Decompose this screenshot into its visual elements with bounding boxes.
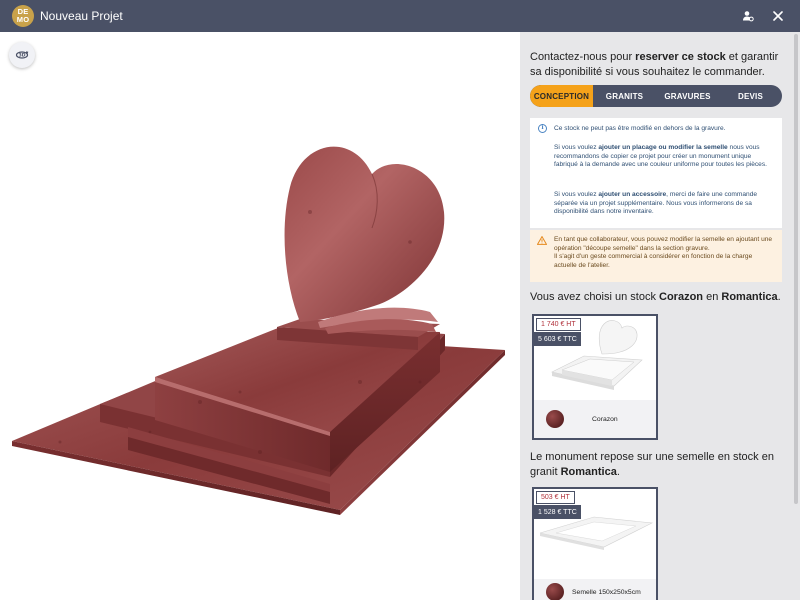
card-footer: Semelle 150x250x5cm	[534, 579, 656, 600]
price-ht: 503 € HT	[536, 491, 575, 504]
info-p3-a: Si vous voulez	[554, 191, 599, 198]
warning-line-1: En tant que collaborateur, vous pouvez m…	[554, 236, 773, 252]
reserve-stock-text: reserver ce stock	[635, 51, 726, 63]
close-button[interactable]	[768, 6, 788, 26]
card-name: Semelle 150x250x5cm	[572, 588, 641, 596]
granite-monument-illustration	[12, 146, 505, 515]
choice-granite-name: Romantica	[721, 291, 778, 303]
demo-logo: DE MO	[12, 5, 34, 27]
info-p3-b: ajouter un accessoire	[598, 191, 667, 198]
warning-line-2: Il s'agit d'un geste commercial à consid…	[554, 253, 753, 269]
tab-conception[interactable]: CONCEPTION	[530, 85, 593, 107]
price-ht: 1 740 € HT	[536, 318, 581, 331]
tab-bar: CONCEPTION GRANITS GRAVURES DEVIS	[530, 85, 782, 107]
user-settings-button[interactable]	[738, 6, 758, 26]
stock-card-corazon[interactable]: 1 740 € HT 5 603 € TTC Corazon	[532, 314, 658, 440]
logo-line2: MO	[16, 15, 30, 24]
info-p2-b: ajouter un placage ou modifier la semell…	[598, 144, 728, 151]
info-placage-paragraph: Si vous voulez ajouter un placage ou mod…	[554, 144, 776, 170]
price-ttc: 5 603 € TTC	[534, 332, 581, 346]
warning-notice: En tant que collaborateur, vous pouvez m…	[530, 230, 782, 282]
scrollbar-thumb[interactable]	[794, 34, 798, 504]
stock-choice-text: Vous avez choisi un stock Corazon en Rom…	[530, 291, 788, 303]
romantica-granite-swatch	[546, 410, 564, 428]
info-accessoire-paragraph: Si vous voulez ajouter un accessoire, me…	[554, 191, 776, 217]
panel-scrollbar[interactable]	[792, 32, 800, 600]
warning-text: En tant que collaborateur, vous pouvez m…	[554, 236, 776, 270]
rotate-3d-icon: 3D	[15, 51, 29, 59]
user-gear-icon	[743, 11, 754, 22]
warning-icon	[537, 236, 547, 245]
tab-devis[interactable]: DEVIS	[719, 85, 782, 107]
tab-gravures[interactable]: GRAVURES	[656, 85, 719, 107]
monument-3d-viewport[interactable]: 3D	[0, 32, 520, 600]
card-footer: Corazon	[534, 400, 656, 438]
close-icon	[773, 11, 783, 21]
stock-card-semelle[interactable]: 503 € HT 1 528 € TTC Semelle 150x250x5cm	[532, 487, 658, 600]
contact-text-1: Contactez-nous pour	[530, 51, 636, 63]
price-ttc: 1 528 € TTC	[534, 505, 581, 519]
choice-t2: en	[703, 291, 722, 303]
romantica-granite-swatch	[546, 583, 564, 600]
info-line-1: Ce stock ne peut pas être modifié en deh…	[554, 125, 726, 132]
semelle-t2: .	[616, 466, 620, 478]
choice-t3: .	[777, 291, 781, 303]
semelle-info-text: Le monument repose sur une semelle en st…	[530, 450, 788, 480]
card-name: Corazon	[592, 415, 618, 423]
config-panel: Contactez-nous pour reserver ce stock et…	[520, 32, 800, 600]
app-header: DE MO Nouveau Projet	[0, 0, 800, 32]
contact-message: Contactez-nous pour reserver ce stock et…	[530, 50, 788, 80]
info-p2-a: Si vous voulez	[554, 144, 599, 151]
info-notice: i Ce stock ne peut pas être modifié en d…	[530, 118, 782, 228]
app-title: Nouveau Projet	[40, 9, 123, 23]
svg-text:3D: 3D	[19, 53, 26, 59]
semelle-granite-name: Romantica	[560, 466, 617, 478]
choice-stock-name: Corazon	[659, 291, 704, 303]
rotate-view-button[interactable]: 3D	[9, 42, 35, 68]
tab-granits[interactable]: GRANITS	[593, 85, 656, 107]
info-icon: i	[538, 124, 547, 133]
choice-t1: Vous avez choisi un stock	[530, 291, 660, 303]
